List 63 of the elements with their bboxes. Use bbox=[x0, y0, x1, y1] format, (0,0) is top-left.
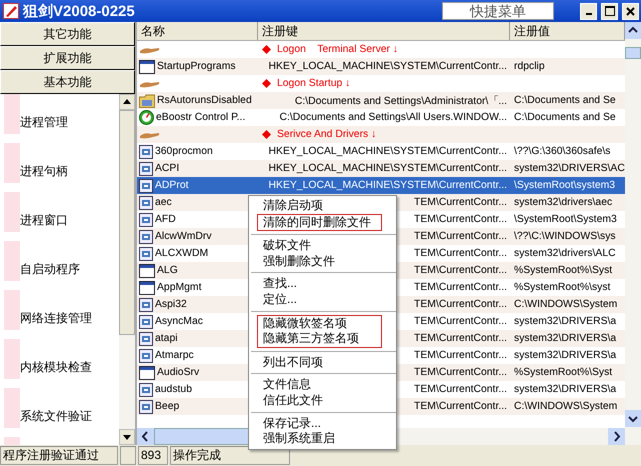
value-cell: system32\drivers\ALC bbox=[514, 248, 616, 259]
key-cell: HKEY_LOCAL_MACHINE\SYSTEM\CurrentContr... bbox=[268, 61, 507, 72]
section-heading: Logon Terminal Server ↓ bbox=[276, 44, 398, 55]
key-cell: TEM\CurrentContr... bbox=[414, 299, 507, 310]
value-cell: system32\drivers\aec bbox=[514, 197, 612, 208]
name-cell: AudioSrv bbox=[157, 367, 200, 378]
name-cell: Aspi32 bbox=[155, 299, 187, 310]
value-cell: rdpclip bbox=[514, 61, 545, 72]
name-cell: Atmarpc bbox=[155, 350, 194, 361]
name-cell: aec bbox=[155, 197, 172, 208]
value-cell: C:\WINDOWS\System bbox=[514, 401, 618, 412]
key-cell: TEM\CurrentContr... bbox=[414, 316, 507, 327]
section-heading: Serivce And Drivers ↓ bbox=[276, 129, 376, 140]
name-cell: AsyncMac bbox=[155, 316, 203, 327]
value-cell: system32\DRIVERS\AC bbox=[514, 163, 625, 174]
name-cell: StartupPrograms bbox=[157, 61, 236, 72]
key-cell: TEM\CurrentContr... bbox=[414, 197, 507, 208]
name-cell: ALCXWDM bbox=[155, 248, 208, 259]
name-cell: ADProt bbox=[155, 180, 188, 191]
value-cell: C:\Documents and Se bbox=[514, 112, 616, 123]
key-cell: HKEY_LOCAL_MACHINE\SYSTEM\CurrentContr... bbox=[268, 180, 507, 191]
value-cell: %SystemRoot%\syst bbox=[514, 282, 610, 293]
name-cell: 360procmon bbox=[155, 146, 213, 157]
value-cell: system32\DRIVERS\a bbox=[514, 384, 616, 395]
value-cell: system32\DRIVERS\a bbox=[514, 333, 616, 344]
value-cell: \??\C:\WINDOWS\sys bbox=[514, 231, 616, 242]
item-count: 893 bbox=[138, 446, 168, 465]
value-cell: C:\WINDOWS\System bbox=[514, 299, 618, 310]
name-cell: eBoostr Control P... bbox=[156, 112, 246, 123]
key-cell: TEM\CurrentContr... bbox=[414, 214, 507, 225]
value-cell: %SystemRoot%\Syst bbox=[514, 367, 612, 378]
key-cell: HKEY_LOCAL_MACHINE\SYSTEM\CurrentContr... bbox=[268, 146, 507, 157]
key-cell: TEM\CurrentContr... bbox=[414, 231, 507, 242]
key-cell: TEM\CurrentContr... bbox=[414, 367, 507, 378]
key-cell: TEM\CurrentContr... bbox=[414, 265, 507, 276]
key-cell: TEM\CurrentContr... bbox=[414, 282, 507, 293]
key-cell: C:\Documents and Settings\All Users.WINDOW... bbox=[279, 112, 507, 123]
name-cell: audstub bbox=[155, 384, 192, 395]
name-cell: atapi bbox=[155, 333, 178, 344]
key-cell: HKEY_LOCAL_MACHINE\SYSTEM\CurrentContr... bbox=[268, 163, 507, 174]
section-heading: Logon Startup ↓ bbox=[276, 78, 350, 89]
name-cell: AppMgmt bbox=[157, 282, 202, 293]
window-title: 狙剑V2008-0225 bbox=[23, 2, 136, 20]
name-cell: ALG bbox=[157, 265, 178, 276]
key-cell: TEM\CurrentContr... bbox=[414, 384, 507, 395]
name-cell: RsAutorunsDisabled bbox=[157, 95, 252, 106]
key-cell: TEM\CurrentContr... bbox=[414, 350, 507, 361]
value-cell: system32\DRIVERS\a bbox=[514, 316, 616, 327]
name-cell: AlcwWmDrv bbox=[155, 231, 212, 242]
value-cell: \SystemRoot\System3 bbox=[514, 214, 617, 225]
key-cell: TEM\CurrentContr... bbox=[414, 248, 507, 259]
key-cell: TEM\CurrentContr... bbox=[414, 401, 507, 412]
status-text: 程序注册验证通过 bbox=[0, 446, 118, 465]
name-cell: Beep bbox=[155, 401, 180, 412]
value-cell: \SystemRoot\system3 bbox=[514, 180, 616, 191]
name-cell: AFD bbox=[155, 214, 176, 225]
value-cell: C:\Documents and Se bbox=[514, 95, 616, 106]
key-cell: TEM\CurrentContr... bbox=[414, 333, 507, 344]
name-cell: ACPI bbox=[155, 163, 180, 174]
value-cell: system32\DRIVERS\a bbox=[514, 350, 616, 361]
value-cell: %SystemRoot%\Syst bbox=[514, 265, 612, 276]
key-cell-text: C:\Documents and Settings\Administrator\「... bbox=[294, 94, 507, 108]
value-cell: \??\G:\360\360safe\s bbox=[514, 146, 610, 157]
